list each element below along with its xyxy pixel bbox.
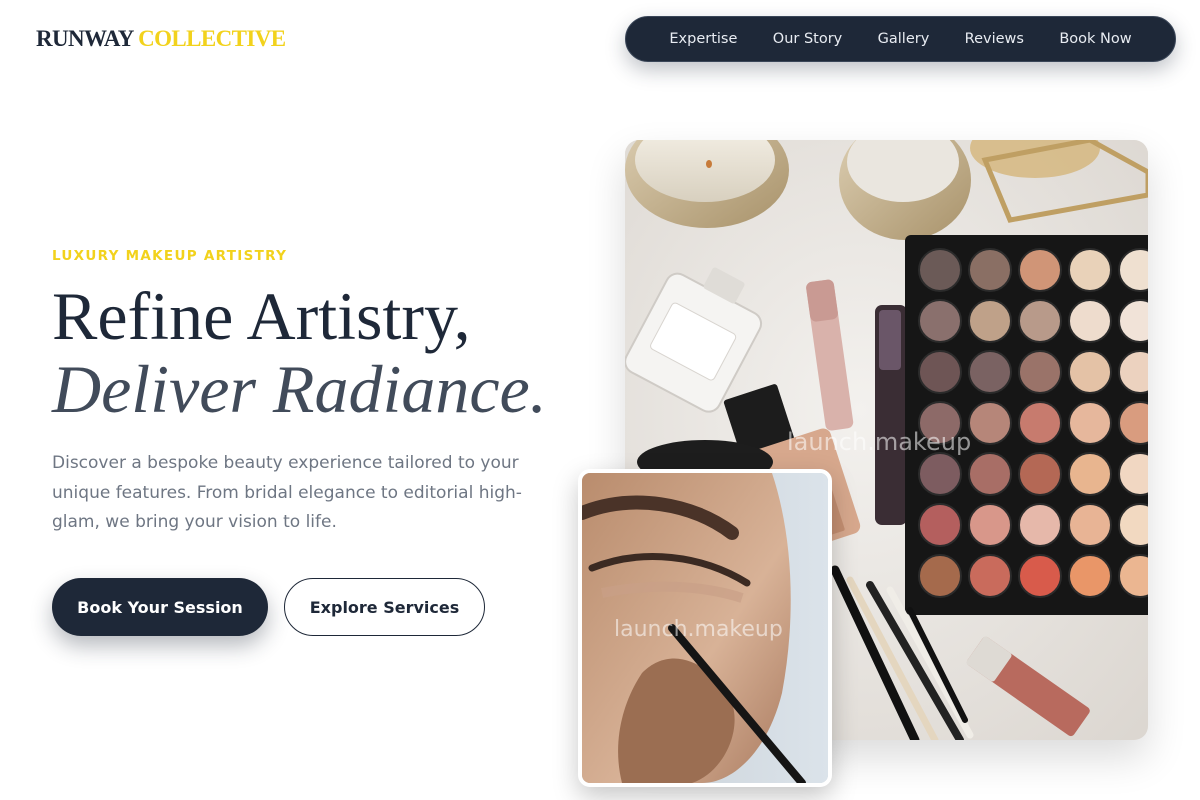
hero-description: Discover a bespoke beauty experience tai… — [52, 453, 522, 532]
brand-word-2: COLLECTIVE — [138, 26, 286, 51]
book-session-button[interactable]: Book Your Session — [52, 578, 268, 636]
nav-expertise[interactable]: Expertise — [669, 31, 737, 47]
main-nav: Expertise Our Story Gallery Reviews Book… — [625, 16, 1176, 62]
nav-reviews[interactable]: Reviews — [965, 31, 1024, 47]
brand-word-1: RUNWAY — [36, 26, 134, 51]
nav-our-story[interactable]: Our Story — [773, 31, 842, 47]
hero-headline-line-1: Refine Artistry, — [52, 278, 471, 354]
inset-image-watermark: launch.makeup — [614, 617, 783, 642]
brand-logo[interactable]: RUNWAY COLLECTIVE — [36, 26, 286, 52]
hero-headline-line-2: Deliver Radiance. — [52, 351, 547, 427]
nav-gallery[interactable]: Gallery — [878, 31, 930, 47]
hero-eyebrow: LUXURY MAKEUP ARTISTRY — [52, 248, 288, 264]
explore-services-button[interactable]: Explore Services — [284, 578, 485, 636]
nav-book-now[interactable]: Book Now — [1059, 31, 1131, 47]
main-image-watermark: launch.makeup — [787, 428, 972, 456]
eye-makeup-application-image: launch.makeup — [578, 469, 832, 787]
